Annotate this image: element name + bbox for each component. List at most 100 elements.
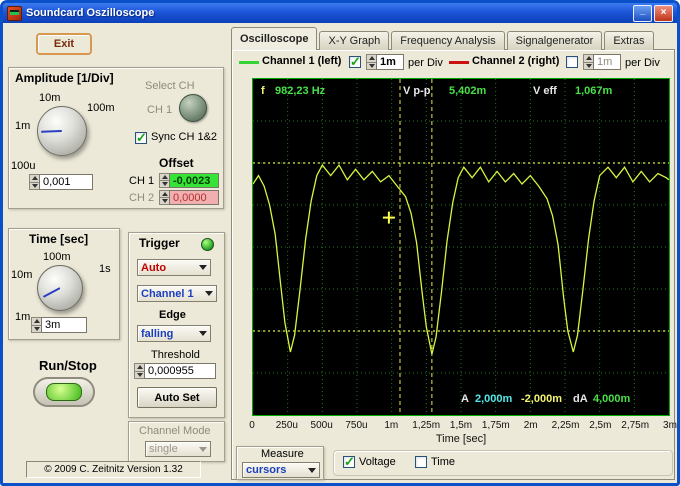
down-arrow-icon	[162, 199, 168, 203]
threshold-spinner: 0,000955	[134, 363, 216, 379]
chevron-down-icon	[199, 265, 207, 270]
threshold-arrows[interactable]	[134, 363, 144, 379]
channel2-color-line	[449, 61, 469, 64]
tab-oscilloscope[interactable]: Oscilloscope	[231, 27, 317, 50]
trigger-source-dropdown[interactable]: Channel 1	[137, 285, 217, 302]
amplitude-spinner: 0,001	[29, 174, 93, 190]
x-tick-label: 2m	[524, 420, 538, 431]
channel-mode-value: single	[149, 443, 178, 455]
copyright-box: © 2009 C. Zeitnitz Version 1.32	[26, 461, 201, 478]
measure-title: Measure	[261, 448, 304, 460]
down-arrow-icon	[162, 182, 168, 186]
measure-mode-value: cursors	[246, 464, 286, 476]
amplitude-value[interactable]: 0,001	[39, 174, 93, 190]
cursor-a2-value: -2,000m	[521, 393, 562, 405]
x-tick-label: 2,25m	[552, 420, 580, 431]
select-ch-label: Select CH	[145, 80, 195, 92]
exit-button[interactable]: Exit	[36, 33, 92, 55]
offset-ch2-spinner: 0,0000	[159, 190, 219, 205]
up-arrow-icon	[586, 56, 592, 60]
trigger-group: Trigger Auto Channel 1 Edge falling Thre…	[128, 232, 225, 418]
freq-value: 982,23 Hz	[275, 85, 325, 97]
run-stop-label: Run/Stop	[39, 358, 97, 373]
channel1-per-div-label: per Div	[408, 57, 443, 69]
trigger-led	[201, 238, 214, 251]
offset-ch1-spinner: -0,0023	[159, 173, 219, 188]
time-value[interactable]: 3m	[41, 317, 87, 333]
cursor-a-label: A	[461, 393, 469, 405]
amplitude-scale-10m: 10m	[39, 92, 60, 104]
up-arrow-icon	[369, 56, 375, 60]
x-tick-label: 2,5m	[589, 420, 611, 431]
down-arrow-icon	[586, 64, 592, 68]
amplitude-scale-1m: 1m	[15, 120, 30, 132]
close-button[interactable]: ×	[654, 5, 673, 22]
trigger-mode-value: Auto	[141, 262, 166, 274]
sync-checkbox[interactable]	[135, 132, 147, 144]
veff-value: 1,067m	[575, 85, 612, 97]
channel1-checkbox[interactable]	[349, 56, 361, 68]
amplitude-title: Amplitude [1/Div]	[15, 71, 114, 85]
chevron-down-icon	[199, 331, 207, 336]
x-tick-label: 500u	[311, 420, 333, 431]
channel2-scale-arrows[interactable]	[583, 54, 593, 70]
tab-x-y-graph[interactable]: X-Y Graph	[319, 31, 389, 50]
offset-ch2-value[interactable]: 0,0000	[169, 190, 219, 205]
x-tick-label: 3m	[663, 420, 677, 431]
amplitude-scale-100m: 100m	[87, 102, 115, 114]
channel1-scale-value[interactable]: 1m	[376, 54, 404, 70]
amplitude-spinner-arrows[interactable]	[29, 174, 39, 190]
edge-label: Edge	[159, 309, 186, 321]
channel-mode-dropdown[interactable]: single	[145, 441, 211, 457]
measure-mode-dropdown[interactable]: cursors	[242, 462, 320, 478]
cursor-da-value: 4,000m	[593, 393, 630, 405]
tab-signalgenerator[interactable]: Signalgenerator	[507, 31, 603, 50]
up-arrow-icon	[32, 176, 38, 180]
cursor-a1-value: 2,000m	[475, 393, 512, 405]
threshold-value[interactable]: 0,000955	[144, 363, 216, 379]
app-icon	[7, 6, 22, 21]
up-arrow-icon	[162, 175, 168, 179]
run-stop-button[interactable]	[33, 377, 95, 407]
chevron-down-icon	[199, 447, 207, 452]
auto-set-button[interactable]: Auto Set	[137, 387, 217, 408]
trigger-edge-dropdown[interactable]: falling	[137, 325, 211, 342]
oscilloscope-display[interactable]: f 982,23 Hz V p-p 5,402m V eff 1,067m A …	[252, 78, 670, 416]
up-arrow-icon	[34, 319, 40, 323]
x-tick-label: 250u	[276, 420, 298, 431]
offset-ch1-value[interactable]: -0,0023	[169, 173, 219, 188]
down-arrow-icon	[34, 327, 40, 331]
threshold-label: Threshold	[151, 349, 200, 361]
x-tick-label: 1,25m	[412, 420, 440, 431]
channel-mode-group: Channel Mode single	[128, 421, 225, 462]
measure-group: Measure cursors	[236, 446, 324, 480]
app-window: Soundcard Oszilloscope _ × Exit Amplitud…	[0, 0, 680, 486]
time-knob[interactable]	[37, 265, 83, 311]
amplitude-scale-100u: 100u	[11, 160, 35, 172]
select-ch1-button[interactable]	[179, 94, 207, 122]
offset-ch2-arrows[interactable]	[159, 190, 169, 205]
tab-frequency-analysis[interactable]: Frequency Analysis	[391, 31, 504, 50]
channel2-checkbox[interactable]	[566, 56, 578, 68]
time-scale-1s: 1s	[99, 263, 111, 275]
time-checkbox[interactable]	[415, 456, 427, 468]
vpp-label: V p-p	[403, 85, 431, 97]
x-tick-label: 750u	[345, 420, 367, 431]
offset-label: Offset	[159, 156, 194, 170]
amplitude-knob-needle	[41, 130, 62, 133]
title-bar[interactable]: Soundcard Oszilloscope _ ×	[3, 3, 677, 23]
offset-ch1-arrows[interactable]	[159, 173, 169, 188]
channel2-scale-value[interactable]: 1m	[593, 54, 621, 70]
channel1-scale-arrows[interactable]	[366, 54, 376, 70]
trigger-edge-value: falling	[141, 328, 173, 340]
voltage-checkbox[interactable]	[343, 456, 355, 468]
time-spinner-arrows[interactable]	[31, 317, 41, 333]
tab-extras[interactable]: Extras	[604, 31, 653, 50]
time-title: Time [sec]	[29, 232, 88, 246]
trigger-mode-dropdown[interactable]: Auto	[137, 259, 211, 276]
channel2-scale-spinner: 1m	[583, 54, 621, 70]
scope-svg	[253, 79, 669, 415]
amplitude-knob[interactable]	[37, 106, 87, 156]
amplitude-group: Amplitude [1/Div] 10m 100m 1m 100u 0,001…	[8, 67, 224, 209]
minimize-button[interactable]: _	[633, 5, 652, 22]
